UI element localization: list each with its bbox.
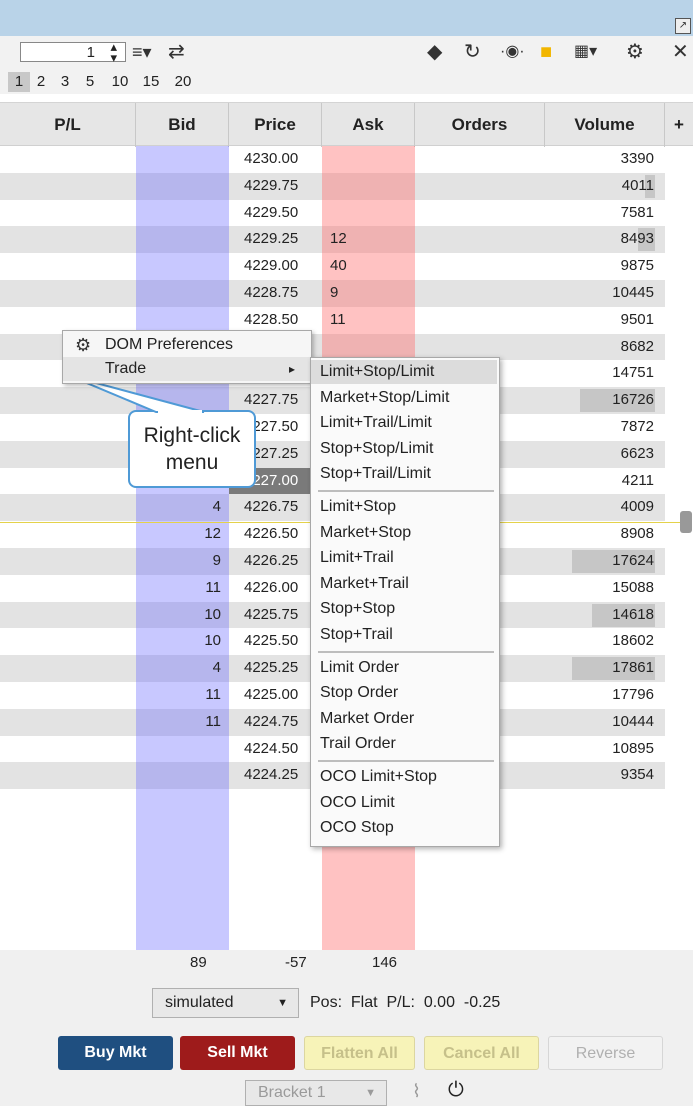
footer-panel: 89 -57 146 simulated ▼ Pos: Flat P/L: 0.… — [0, 950, 693, 1106]
submenu-item[interactable]: Limit+Stop — [311, 495, 497, 519]
account-select[interactable]: simulated ▼ — [152, 988, 299, 1018]
pos-value: Flat — [350, 994, 378, 1011]
submenu-item[interactable]: OCO Limit+Stop — [311, 765, 497, 789]
buy-market-button[interactable]: Buy Mkt — [58, 1036, 173, 1070]
account-value: simulated — [165, 994, 234, 1011]
submenu-item[interactable]: Market+Trail — [311, 572, 497, 596]
context-menu: ⚙ DOM Preferences Trade ▸ — [62, 330, 312, 384]
flatten-all-button[interactable]: Flatten All — [304, 1036, 415, 1070]
reverse-button[interactable]: Reverse — [548, 1036, 663, 1070]
position-status: Pos: Flat P/L: 0.00 -0.25 — [310, 994, 500, 1012]
submenu-item[interactable]: Market Order — [311, 707, 497, 731]
submenu-item[interactable]: OCO Limit — [311, 791, 497, 815]
submenu-item[interactable]: Limit+Trail — [311, 546, 497, 570]
menu-item-label: Trade — [105, 360, 147, 377]
menu-item-dom-preferences[interactable]: ⚙ DOM Preferences — [63, 333, 311, 357]
trade-submenu: Limit+Stop/Limit Market+Stop/Limit Limit+T… — [310, 357, 500, 847]
submenu-separator — [318, 490, 494, 492]
submenu-item[interactable]: Market+Stop/Limit — [311, 386, 497, 410]
submenu-item[interactable]: Trail Order — [311, 732, 497, 756]
chevron-down-icon: ▼ — [365, 1087, 376, 1099]
submenu-item[interactable]: Stop Order — [311, 681, 497, 705]
submenu-item[interactable]: Limit Order — [311, 656, 497, 680]
bracket-value: Bracket 1 — [258, 1084, 326, 1101]
submenu-item[interactable]: Limit+Stop/Limit — [311, 360, 497, 384]
chevron-down-icon: ▼ — [277, 997, 288, 1009]
pl-value: 0.00 — [423, 994, 455, 1011]
submenu-separator — [318, 650, 494, 653]
gear-icon: ⚙ — [75, 335, 92, 355]
price-total: -57 — [285, 954, 307, 971]
sell-market-button[interactable]: Sell Mkt — [180, 1036, 295, 1070]
attachment-icon[interactable]: ⌇ — [412, 1081, 421, 1102]
ask-total: 146 — [372, 954, 398, 971]
power-icon[interactable]: ⏻ — [448, 1079, 464, 1102]
submenu-item[interactable]: Stop+Stop — [311, 597, 497, 621]
submenu-item[interactable]: Limit+Trail/Limit — [311, 411, 497, 435]
submenu-arrow-icon: ▸ — [289, 362, 296, 376]
submenu-item[interactable]: Stop+Stop/Limit — [311, 437, 497, 461]
submenu-item[interactable]: Stop+Trail — [311, 623, 497, 647]
pl-label: P/L: — [386, 994, 415, 1011]
menu-item-label: DOM Preferences — [105, 336, 234, 353]
submenu-item[interactable]: Market+Stop — [311, 521, 497, 545]
submenu-item[interactable]: Stop+Trail/Limit — [311, 462, 497, 486]
bracket-select[interactable]: Bracket 1 ▼ — [245, 1080, 387, 1106]
cancel-all-button[interactable]: Cancel All — [424, 1036, 539, 1070]
pos-label: Pos: — [310, 994, 343, 1011]
submenu-item[interactable]: OCO Stop — [311, 816, 497, 840]
submenu-separator — [318, 760, 494, 762]
bid-total: 89 — [190, 954, 207, 971]
pl-value-2: -0.25 — [463, 994, 501, 1011]
menu-item-trade[interactable]: Trade ▸ — [63, 357, 311, 381]
